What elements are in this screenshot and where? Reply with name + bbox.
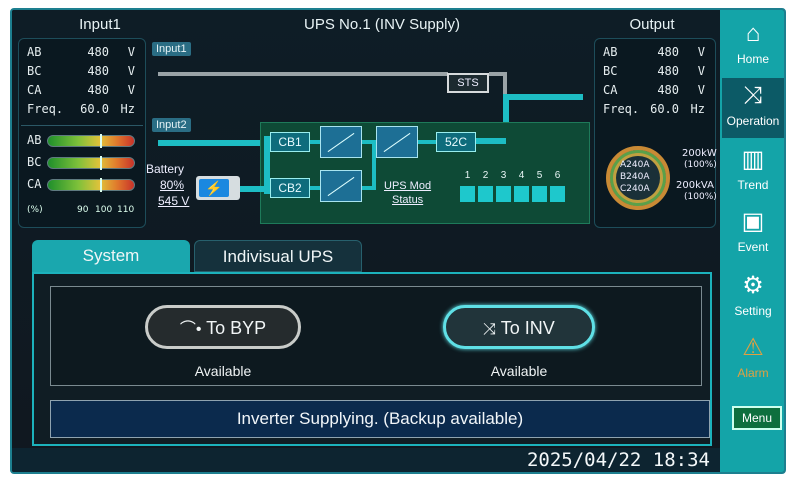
input1-bar-ca <box>47 178 135 192</box>
input1-row-bc: BC 480 V <box>27 64 135 78</box>
input1-tag: Input1 <box>152 42 191 56</box>
output-row-ab: AB 480 V <box>603 45 705 59</box>
module-num-3: 3 <box>500 170 507 181</box>
battery-percent: 80% <box>160 178 185 192</box>
module-status-4 <box>514 186 529 202</box>
output-bus <box>503 94 583 100</box>
to-bypass-button[interactable]: ⌒• To BYP <box>145 305 301 349</box>
main-area: Input1 UPS No.1 (INV Supply) Output AB 48… <box>12 10 720 448</box>
bypass-availability: Available <box>194 363 252 379</box>
input1-bar-bc <box>47 156 135 170</box>
input2-bus <box>158 140 264 146</box>
input1-row-freq: Freq. 60.0 Hz <box>27 102 135 116</box>
nav-operation[interactable]: ⤨ Operation <box>722 78 784 138</box>
output-kva: 200kVA <box>676 180 714 191</box>
tab-individual-ups[interactable]: Indivisual UPS <box>194 240 362 272</box>
gear-icon: ⚙ <box>742 272 764 299</box>
to-inverter-label: To INV <box>500 318 555 338</box>
module-status-3 <box>496 186 511 202</box>
bypass-icon: ⌒• <box>179 321 202 338</box>
module-status-1 <box>460 186 475 202</box>
output-title: Output <box>629 16 675 33</box>
module-num-5: 5 <box>536 170 543 181</box>
output-row-freq: Freq. 60.0 Hz <box>603 102 705 116</box>
to-bypass-label: To BYP <box>206 318 267 338</box>
52c-breaker: 52C <box>436 132 476 152</box>
module-num-6: 6 <box>554 170 561 181</box>
nav-home[interactable]: ⌂ Home <box>722 16 784 76</box>
datetime: 2025/04/22 18:34 <box>526 449 710 471</box>
nav-trend[interactable]: ▥ Trend <box>722 142 784 202</box>
sts-switch: STS <box>447 73 489 93</box>
bar-chart-icon: ▥ <box>741 146 765 173</box>
ups-screen: Input1 UPS No.1 (INV Supply) Output AB 48… <box>10 8 786 474</box>
scale-tick-100: 100 <box>95 205 113 215</box>
output-row-bc: BC 480 V <box>603 64 705 78</box>
chopper-icon <box>320 170 362 202</box>
to-inverter-button[interactable]: ⤨ To INV <box>443 305 595 349</box>
input2-tag: Input2 <box>152 118 191 132</box>
input1-row-ca: CA 480 V <box>27 83 135 97</box>
output-kva-pct: (100%) <box>684 192 717 202</box>
battery-label: Battery <box>146 162 185 176</box>
system-content: ⌒• To BYP Available ⤨ To INV Available I… <box>32 272 712 446</box>
module-status-6 <box>550 186 565 202</box>
current-a: A240A <box>620 160 650 170</box>
battery-voltage: 545 V <box>158 194 190 208</box>
nav-event[interactable]: ▣ Event <box>722 204 784 264</box>
calendar-icon: ▣ <box>741 208 765 235</box>
battery-icon: ⚡ <box>196 176 240 200</box>
shuffle-icon: ⤨ <box>483 321 497 338</box>
menu-button[interactable]: Menu <box>732 406 782 430</box>
home-icon: ⌂ <box>745 20 761 47</box>
input1-row-ab: AB 480 V <box>27 45 135 59</box>
scale-tick-110: 110 <box>117 205 135 215</box>
shuffle-icon: ⤨ <box>743 82 763 109</box>
transfer-controls: ⌒• To BYP Available ⤨ To INV Available <box>50 286 702 386</box>
input1-title: Input1 <box>79 16 121 33</box>
rectifier-icon <box>320 126 362 158</box>
alarm-icon: ⚠ <box>742 334 764 361</box>
module-status-5 <box>532 186 547 202</box>
cb1-breaker: CB1 <box>270 132 310 152</box>
status-message: Inverter Supplying. (Backup available) <box>50 400 710 438</box>
input1-bar-ab <box>47 134 135 148</box>
scale-unit: (%) <box>27 205 43 215</box>
inverter-availability: Available <box>490 363 548 379</box>
ups-mod-status-label[interactable]: UPS Mod <box>384 180 431 192</box>
input1-panel: AB 480 V BC 480 V CA 480 V Freq. 60.0 Hz AB BC C… <box>18 38 146 228</box>
current-b: B240A <box>620 172 650 182</box>
footer-bar: 2025/04/22 18:34 <box>12 448 720 472</box>
module-num-2: 2 <box>482 170 489 181</box>
current-c: C240A <box>620 184 650 194</box>
scale-tick-90: 90 <box>77 205 89 215</box>
ups-mod-status-label2[interactable]: Status <box>392 194 423 206</box>
nav-setting[interactable]: ⚙ Setting <box>722 268 784 328</box>
nav-alarm[interactable]: ⚠ Alarm <box>722 330 784 390</box>
inverter-icon <box>376 126 418 158</box>
module-num-1: 1 <box>464 170 471 181</box>
tab-system[interactable]: System <box>32 240 190 272</box>
sidebar-nav: ⌂ Home ⤨ Operation ▥ Trend ▣ Event ⚙ Setting … <box>720 10 784 472</box>
bypass-bus <box>158 72 448 76</box>
output-row-ca: CA 480 V <box>603 83 705 97</box>
module-status-2 <box>478 186 493 202</box>
module-num-4: 4 <box>518 170 525 181</box>
output-kw-pct: (100%) <box>684 160 717 170</box>
output-kw: 200kW <box>682 148 717 159</box>
cb2-breaker: CB2 <box>270 178 310 198</box>
page-title: UPS No.1 (INV Supply) <box>304 16 460 33</box>
